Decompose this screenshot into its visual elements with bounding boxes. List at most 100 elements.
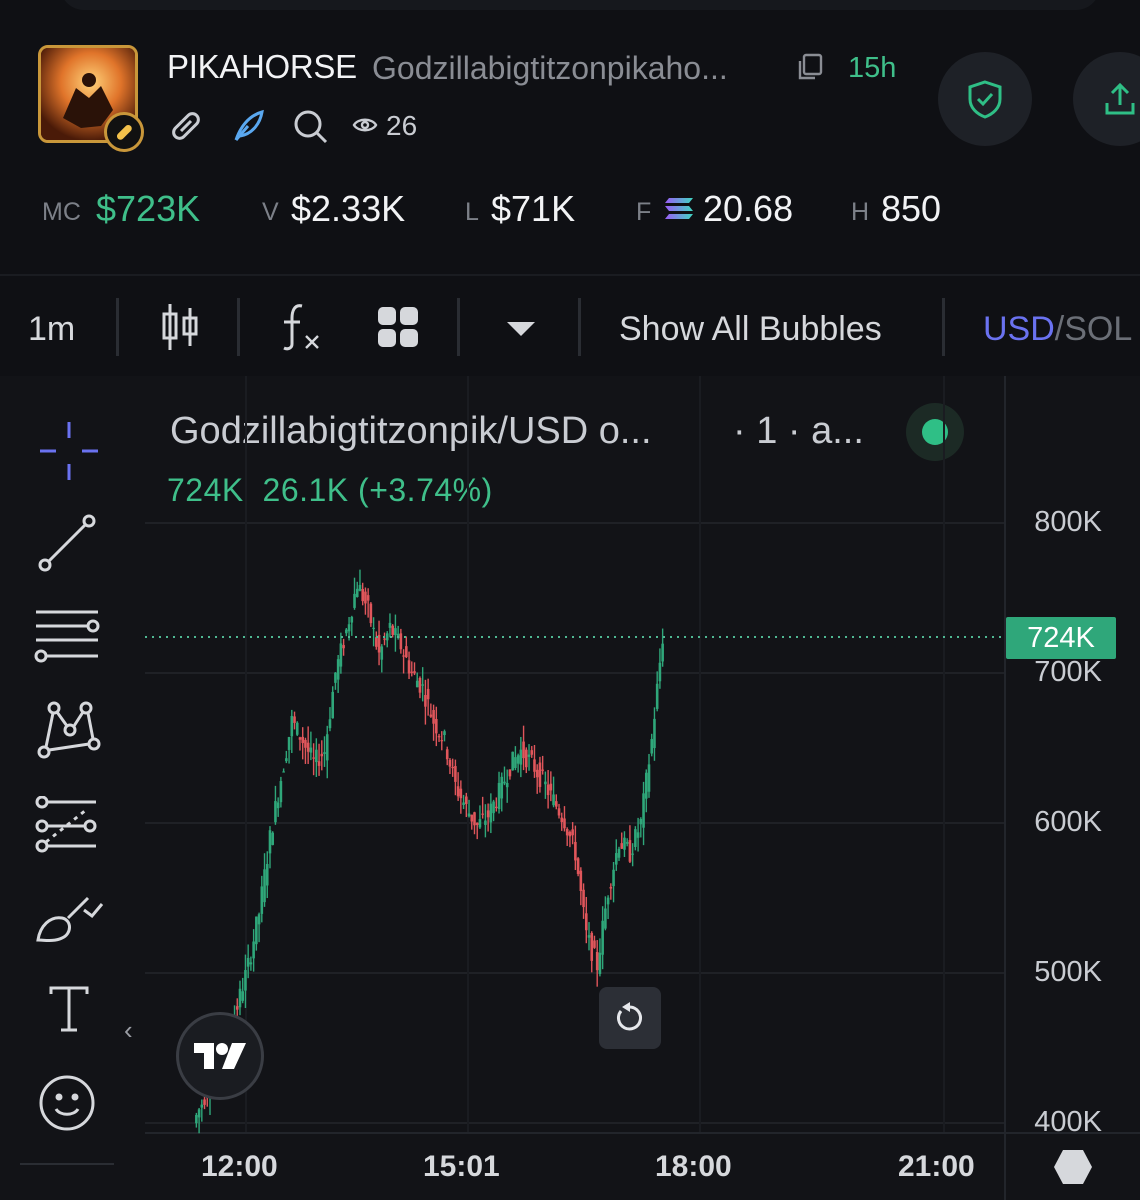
x-axis-label: 15:01: [423, 1150, 500, 1183]
candle-body: [497, 782, 501, 810]
candle-body: [200, 1104, 204, 1108]
candle-body: [533, 759, 536, 772]
candle-body: [456, 786, 460, 797]
candle-body: [514, 757, 517, 768]
candle-body: [492, 801, 495, 814]
chart-settings-hexagon-icon[interactable]: [1053, 1148, 1093, 1191]
candle-body: [634, 829, 637, 847]
candle-body: [366, 595, 370, 601]
layout-grid-icon[interactable]: [376, 305, 420, 354]
candle-body: [527, 754, 531, 757]
token-name: Godzillabigtitzonpikaho...: [372, 50, 728, 86]
share-icon: [1105, 82, 1135, 115]
candle-body: [584, 913, 588, 931]
candle-body: [557, 808, 561, 816]
reset-chart-button[interactable]: [599, 987, 661, 1049]
candle-body: [197, 1109, 201, 1118]
search-icon[interactable]: [292, 108, 330, 151]
toolbar-separator: [237, 298, 240, 356]
currency-separator: /: [1054, 310, 1065, 348]
candle-body: [614, 853, 618, 865]
price-chart[interactable]: [0, 376, 1140, 1200]
candle-body: [405, 646, 408, 658]
candle-body: [552, 794, 555, 806]
header-divider: [0, 274, 1140, 276]
candle-body: [380, 646, 384, 660]
indicators-fx-icon[interactable]: [280, 302, 324, 357]
candle-body: [304, 739, 307, 748]
toolbar-separator: [457, 298, 460, 356]
candle-body: [394, 628, 397, 636]
candle-body: [372, 627, 375, 629]
candle-body: [475, 822, 479, 825]
candle-body: [295, 722, 299, 735]
candle-body: [246, 957, 250, 967]
y-axis-label: 800K: [1034, 506, 1102, 538]
candle-body: [336, 659, 340, 680]
candle-body: [323, 752, 326, 754]
candle-body: [546, 784, 550, 796]
y-axis-label: 600K: [1034, 806, 1102, 838]
feather-icon[interactable]: [230, 108, 266, 149]
candle-body: [511, 751, 514, 771]
x-axis-label: 12:00: [201, 1150, 278, 1183]
x-axis-label: 21:00: [898, 1150, 975, 1183]
candle-body: [574, 841, 577, 861]
candle-body: [290, 715, 294, 737]
candle-body: [623, 837, 626, 850]
share-button[interactable]: [1073, 52, 1140, 146]
candle-body: [522, 741, 525, 759]
currency-usd[interactable]: USD: [983, 310, 1055, 348]
candle-body: [465, 796, 468, 804]
candle-body: [503, 781, 506, 784]
copy-icon[interactable]: [795, 52, 825, 87]
show-all-bubbles-button[interactable]: Show All Bubbles: [619, 310, 882, 349]
candle-body: [241, 991, 245, 1001]
candle-body: [541, 769, 544, 771]
candle-body: [644, 772, 648, 799]
candle-body: [516, 755, 520, 764]
candle-body: [495, 806, 498, 808]
candle-body: [415, 680, 419, 688]
candle-body: [538, 762, 542, 787]
stat-f-label: F: [636, 198, 652, 226]
candle-body: [454, 766, 457, 782]
candle-body: [565, 829, 569, 836]
candle-body: [486, 810, 490, 818]
top-bar-edge: [60, 0, 1100, 10]
candle-body: [399, 633, 403, 650]
currency-toggle[interactable]: USD/SOL: [983, 310, 1132, 349]
candle-body: [282, 771, 285, 773]
interval-selector[interactable]: 1m: [28, 310, 75, 349]
chevron-down-icon[interactable]: [505, 320, 537, 343]
security-shield-button[interactable]: [938, 52, 1032, 146]
candle-body: [595, 951, 599, 971]
candle-body: [489, 803, 493, 823]
candle-body: [388, 622, 392, 628]
candle-body: [601, 920, 604, 955]
candle-body: [235, 1006, 239, 1010]
y-axis-label: 500K: [1034, 956, 1102, 988]
candle-body: [576, 858, 580, 874]
candle-body: [535, 769, 539, 778]
candle-body: [195, 1114, 198, 1124]
collapse-toolbar-icon[interactable]: ‹: [124, 1015, 133, 1046]
currency-sol[interactable]: SOL: [1064, 310, 1132, 348]
link-icon[interactable]: [168, 108, 204, 149]
stat-h-value: 850: [881, 188, 942, 229]
candle-body: [271, 832, 275, 845]
candle-body: [347, 624, 351, 632]
candlestick-icon[interactable]: [160, 302, 200, 357]
candle-body: [658, 662, 662, 682]
candle-body: [587, 935, 591, 938]
candle-body: [459, 788, 463, 799]
candle-body: [342, 645, 345, 649]
tradingview-logo[interactable]: [176, 1012, 264, 1100]
stat-v-value: $2.33K: [291, 188, 406, 229]
candle-body: [424, 694, 427, 707]
candle-body: [590, 932, 594, 961]
candle-body: [470, 814, 474, 822]
candle-body: [579, 870, 583, 891]
candle-body: [636, 832, 640, 838]
candle-body: [358, 584, 362, 591]
